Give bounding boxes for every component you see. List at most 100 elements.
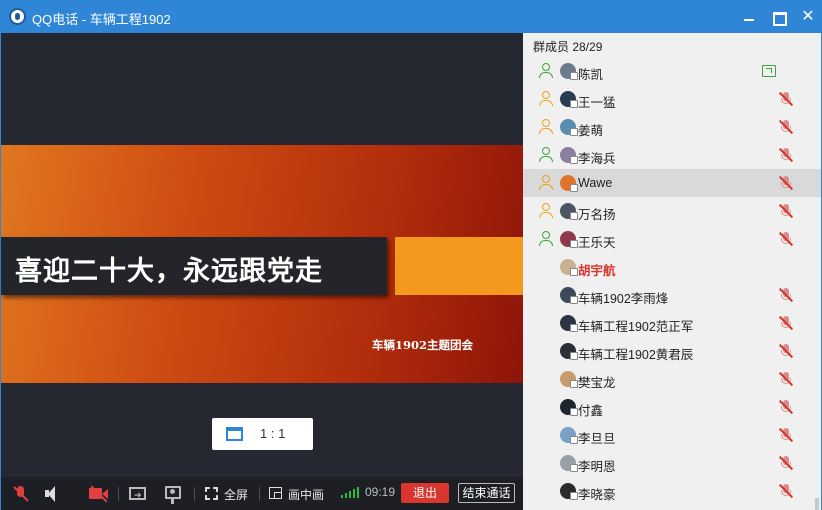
scrollbar[interactable]: [815, 498, 819, 510]
avatar: [560, 63, 578, 80]
avatar: [560, 231, 578, 248]
in-call-user-icon: [539, 203, 553, 219]
member-name: 陈凯: [578, 68, 604, 82]
member-row[interactable]: 樊宝龙: [523, 365, 821, 393]
muted-mic-icon: [778, 147, 794, 163]
member-name: 李旦旦: [578, 432, 616, 446]
pip-label: 画中画: [288, 488, 325, 502]
member-name: 王乐天: [578, 236, 616, 250]
muted-mic-icon: [778, 91, 794, 107]
member-panel: 群成员 28/29 陈凯王一猛姜萌李海兵 Wawe 万名扬王乐天胡宇航车辆1902李…: [523, 33, 821, 510]
member-name: 车辆工程1902范正军: [578, 320, 694, 334]
muted-mic-icon: [778, 399, 794, 415]
muted-mic-icon: [778, 343, 794, 359]
signal-strength-icon: [341, 477, 361, 510]
member-row[interactable]: 王一猛: [523, 85, 821, 113]
avatar: [560, 91, 578, 108]
member-row[interactable]: 李旦旦: [523, 421, 821, 449]
avatar: [560, 259, 578, 276]
toolbar-divider: [259, 487, 260, 501]
member-name: 车辆1902李雨烽: [578, 292, 669, 306]
in-call-user-icon: [539, 175, 553, 191]
member-name: 胡宇航: [578, 264, 616, 278]
window-title: QQ电话 - 车辆工程1902: [32, 12, 171, 27]
screen-sharing-icon: [762, 65, 776, 77]
minimize-button[interactable]: [739, 7, 759, 27]
slide-subtitle: 车辆1902主题团会: [372, 338, 474, 352]
member-row[interactable]: 车辆工程1902黄君辰: [523, 337, 821, 365]
member-name: 王一猛: [578, 96, 616, 110]
member-name: Wawe: [578, 176, 613, 190]
video-stage[interactable]: 喜迎二十大，永远跟党走 车辆1902主题团会 1 : 1: [1, 33, 523, 477]
maximize-button[interactable]: [768, 7, 788, 27]
picture-in-picture-button[interactable]: 画中画: [269, 477, 329, 510]
avatar: [560, 343, 578, 360]
toolbar-divider: [194, 487, 195, 501]
member-row[interactable]: 万名扬: [523, 197, 821, 225]
avatar: [560, 175, 578, 192]
avatar: [560, 147, 578, 164]
member-row[interactable]: 王乐天: [523, 225, 821, 253]
avatar: [560, 287, 578, 304]
slide-accent-block: [395, 237, 523, 295]
presentation-icon[interactable]: [165, 477, 183, 510]
member-name: 姜萌: [578, 124, 604, 138]
member-row[interactable]: 李晓豪: [523, 477, 821, 505]
camera-off-icon[interactable]: [89, 477, 109, 510]
muted-mic-icon: [778, 427, 794, 443]
muted-mic-icon: [778, 175, 794, 191]
in-call-user-icon: [539, 119, 553, 135]
speaker-icon[interactable]: [43, 477, 59, 510]
microphone-muted-icon[interactable]: [13, 477, 29, 510]
avatar: [560, 371, 578, 388]
muted-mic-icon: [778, 119, 794, 135]
slide-headline: 喜迎二十大，永远跟党走: [15, 256, 323, 287]
shared-slide: 喜迎二十大，永远跟党走 车辆1902主题团会: [1, 145, 523, 383]
member-name: 付鑫: [578, 404, 604, 418]
member-row[interactable]: Wawe: [523, 169, 821, 197]
qq-logo-icon: [9, 8, 26, 25]
member-name: 李海兵: [578, 152, 616, 166]
avatar: [560, 315, 578, 332]
member-row[interactable]: 车辆工程1902范正军: [523, 309, 821, 337]
call-timer: 09:19: [365, 485, 396, 499]
muted-mic-icon: [778, 287, 794, 303]
member-name: 车辆工程1902黄君辰: [578, 348, 694, 362]
aspect-ratio-button[interactable]: 1 : 1: [212, 418, 313, 450]
end-call-button[interactable]: 结束通话: [458, 483, 515, 503]
member-row[interactable]: 陈凯: [523, 57, 821, 85]
member-row[interactable]: 李海兵: [523, 141, 821, 169]
slide-headline-banner: 喜迎二十大，永远跟党走: [1, 237, 387, 295]
fullscreen-button[interactable]: 全屏: [205, 477, 255, 510]
member-name: 樊宝龙: [578, 376, 616, 390]
member-row[interactable]: 付鑫: [523, 393, 821, 421]
in-call-user-icon: [539, 91, 553, 107]
screen-share-icon[interactable]: ➜: [129, 477, 147, 510]
avatar: [560, 119, 578, 136]
member-row[interactable]: 胡宇航: [523, 253, 821, 281]
muted-mic-icon: [778, 483, 794, 499]
exit-button[interactable]: 退出: [401, 483, 449, 503]
avatar: [560, 483, 578, 500]
avatar: [560, 427, 578, 444]
fullscreen-label: 全屏: [224, 488, 249, 502]
toolbar-divider: [118, 487, 119, 501]
muted-mic-icon: [778, 315, 794, 331]
muted-mic-icon: [778, 231, 794, 247]
fullscreen-icon: [205, 487, 218, 500]
member-name: 万名扬: [578, 208, 616, 222]
member-count: 群成员 28/29: [533, 40, 603, 54]
avatar: [560, 455, 578, 472]
member-row[interactable]: 李明恩: [523, 449, 821, 477]
member-row[interactable]: 姜萌: [523, 113, 821, 141]
in-call-user-icon: [539, 63, 553, 79]
aspect-ratio-label: 1 : 1: [260, 426, 286, 441]
avatar: [560, 399, 578, 416]
member-row[interactable]: 车辆1902李雨烽: [523, 281, 821, 309]
window-icon: [226, 427, 243, 441]
in-call-user-icon: [539, 231, 553, 247]
in-call-user-icon: [539, 147, 553, 163]
close-button[interactable]: ✕: [798, 7, 818, 27]
title-bar: QQ电话 - 车辆工程1902 ✕: [1, 1, 821, 33]
muted-mic-icon: [778, 371, 794, 387]
